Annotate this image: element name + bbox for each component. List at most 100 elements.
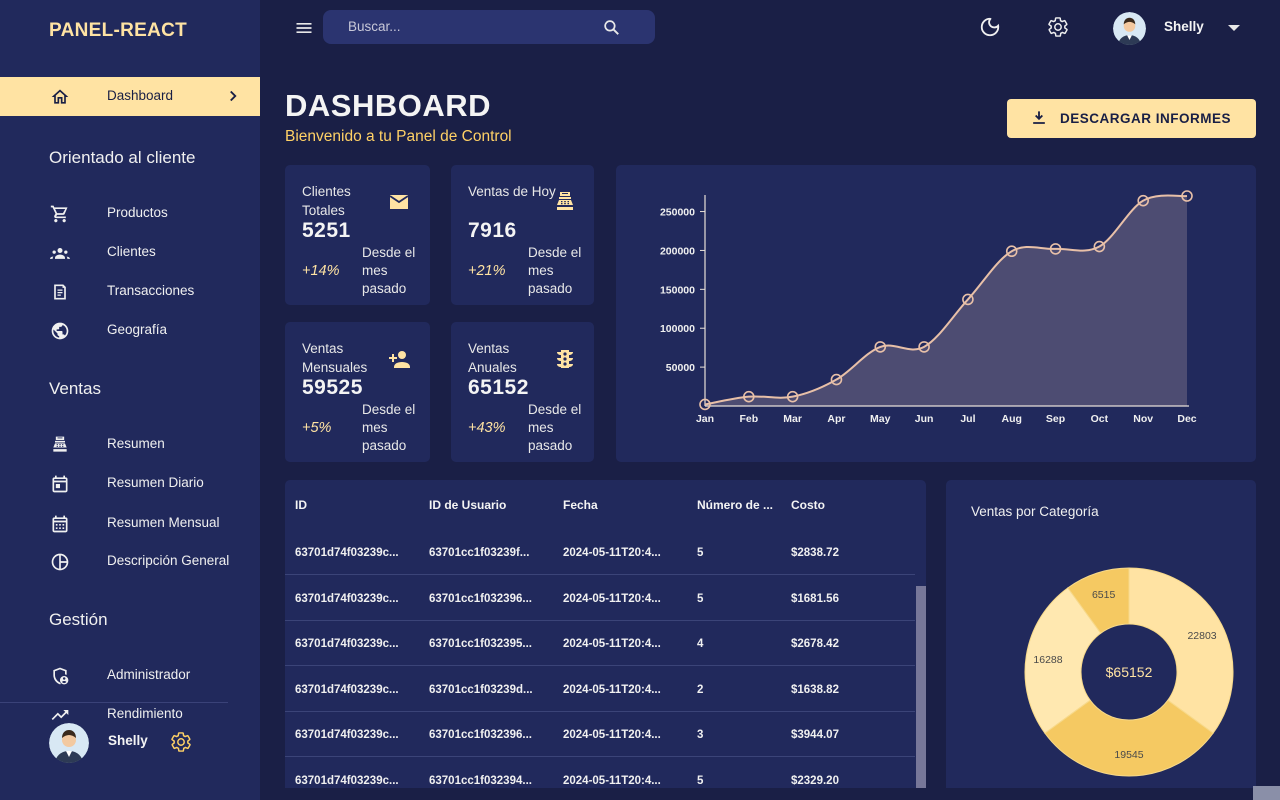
brand-logo[interactable]: PANEL-REACT — [49, 20, 187, 42]
sidebar-item-label: Descripción General — [107, 553, 230, 568]
topbar-username[interactable]: Shelly — [1164, 19, 1204, 34]
sidebar-item-resumen-diario[interactable]: Resumen Diario — [0, 470, 260, 500]
cell-cost: $2329.20 — [791, 774, 839, 787]
sidebar-item-resumen-mensual[interactable]: Resumen Mensual — [0, 510, 260, 540]
cell-date: 2024-05-11T20:4... — [563, 638, 661, 650]
stat-description: Desde el mes pasado — [362, 402, 416, 453]
cell-date: 2024-05-11T20:4... — [563, 729, 661, 741]
stat-title: Clientes Totales — [302, 184, 351, 218]
stat-value: 5251 — [302, 219, 351, 242]
avatar[interactable] — [1113, 12, 1146, 45]
stat-description: Desde el mes pasado — [362, 245, 416, 296]
cell-count: 5 — [697, 774, 704, 787]
sidebar-divider — [0, 702, 228, 703]
x-tick-label: Jan — [696, 413, 714, 425]
pie-slice — [1128, 567, 1234, 734]
cell-cost: $1638.82 — [791, 683, 839, 696]
cell-date: 2024-05-11T20:4... — [563, 547, 661, 559]
sidebar-item-label: Administrador — [107, 667, 191, 682]
menu-icon[interactable] — [294, 18, 314, 38]
column-header-count[interactable]: Número de ... — [697, 498, 773, 512]
traffic-icon — [557, 350, 573, 368]
sidebar-item-label: Rendimiento — [107, 706, 183, 721]
column-header-date[interactable]: Fecha — [563, 498, 598, 512]
sidebar-item-label: Resumen Mensual — [107, 515, 220, 530]
table-scrollbar[interactable] — [916, 586, 926, 788]
sidebar-item-rendimiento[interactable]: Rendimiento — [0, 701, 260, 731]
groups-icon — [50, 248, 70, 259]
globe-icon — [51, 322, 69, 340]
table-row[interactable]: 63701d74f03239c... 63701cc1f03239f... 2024… — [285, 530, 915, 575]
cell-user-id: 63701cc1f032394... — [429, 774, 532, 787]
sidebar-item-clientes[interactable]: Clientes — [0, 239, 260, 269]
search-input[interactable]: Buscar... — [348, 19, 401, 34]
sales-chart-card: Jan Feb Mar Apr May Jun Jul Aug Sep Oct Nov Dec 5000… — [616, 165, 1256, 462]
page-title: DASHBOARD — [285, 88, 491, 123]
table-row[interactable]: 63701d74f03239c... 63701cc1f032396... 2024… — [285, 576, 915, 621]
x-tick-label: Oct — [1091, 413, 1109, 425]
page-subtitle: Bienvenido a tu Panel de Control — [285, 128, 512, 145]
y-tick-label: 50000 — [666, 362, 695, 374]
stat-value: 7916 — [468, 219, 517, 242]
settings-icon[interactable] — [1047, 16, 1069, 38]
section-title: Orientado al cliente — [49, 148, 196, 167]
table-row[interactable]: 63701d74f03239c... 63701cc1f032395... 2024… — [285, 621, 915, 666]
cell-user-id: 63701cc1f032395... — [429, 638, 532, 650]
x-tick-label: May — [870, 413, 891, 425]
stat-card-ventas-anuales: Ventas Anuales 65152 +43% Desde el mes p… — [451, 322, 594, 462]
column-header-cost[interactable]: Costo — [791, 498, 825, 512]
section-title: Ventas — [49, 379, 101, 398]
stat-value: 65152 — [468, 376, 529, 399]
avatar[interactable] — [49, 723, 89, 763]
chevron-right-icon — [230, 90, 237, 102]
stat-increase: +43% — [468, 420, 506, 436]
cell-id: 63701d74f03239c... — [295, 774, 399, 787]
stat-card-ventas-mensuales: Ventas Mensuales 59525 +5% Desde el mes … — [285, 322, 430, 462]
x-tick-label: Sep — [1046, 413, 1065, 425]
column-header-id[interactable]: ID — [295, 498, 307, 512]
sidebar-item-resumen[interactable]: Resumen — [0, 431, 260, 461]
cell-user-id: 63701cc1f03239f... — [429, 547, 530, 559]
column-header-user-id[interactable]: ID de Usuario — [429, 498, 506, 512]
table-row[interactable]: 63701d74f03239c... 63701cc1f032394... 2024… — [285, 758, 915, 789]
pie-slice-label: 19545 — [1114, 749, 1143, 761]
sidebar-item-transacciones[interactable]: Transacciones — [0, 278, 260, 308]
sidebar-item-productos[interactable]: Productos — [0, 200, 260, 230]
search-icon[interactable] — [602, 18, 621, 37]
cell-date: 2024-05-11T20:4... — [563, 592, 661, 605]
table-row[interactable]: 63701d74f03239c... 63701cc1f03239d... 2024… — [285, 667, 915, 712]
sidebar-item-descripcion-general[interactable]: Descripción General — [0, 548, 260, 578]
pie-slice-label: 16288 — [1033, 654, 1062, 666]
x-tick-label: Dec — [1177, 413, 1196, 425]
y-tick-label: 200000 — [660, 245, 695, 257]
table-row[interactable]: 63701d74f03239c... 63701cc1f032396... 2024… — [285, 712, 915, 757]
gear-icon[interactable] — [170, 731, 192, 753]
cell-date: 2024-05-11T20:4... — [563, 774, 661, 787]
search-bar[interactable]: Buscar... — [323, 10, 655, 44]
sidebar-item-dashboard[interactable]: Dashboard — [0, 77, 260, 116]
sidebar-item-label: Resumen Diario — [107, 475, 204, 490]
dark-mode-icon[interactable] — [979, 16, 1001, 38]
caret-down-icon[interactable] — [1226, 22, 1242, 34]
x-tick-label: Aug — [1002, 413, 1022, 425]
sidebar-item-administrador[interactable]: Administrador — [0, 662, 260, 692]
x-tick-label: Jun — [915, 413, 934, 425]
stat-increase: +14% — [302, 263, 340, 279]
cell-id: 63701d74f03239c... — [295, 729, 399, 741]
stat-title: Ventas Anuales — [468, 341, 517, 375]
stat-title: Ventas de Hoy — [468, 184, 556, 199]
sidebar-item-geografia[interactable]: Geografía — [0, 317, 260, 347]
stat-card-clientes: Clientes Totales 5251 +14% Desde el mes … — [285, 165, 430, 305]
sales-line-chart: Jan Feb Mar Apr May Jun Jul Aug Sep Oct Nov Dec 5000… — [660, 190, 1197, 425]
download-reports-button[interactable]: DESCARGAR INFORMES — [1007, 99, 1256, 138]
transactions-table: ID ID de Usuario Fecha Número de ... Cos… — [285, 480, 926, 788]
cell-id: 63701d74f03239c... — [295, 683, 399, 696]
sidebar-item-label: Transacciones — [107, 283, 195, 298]
cell-id: 63701d74f03239c... — [295, 592, 399, 605]
stat-title: Ventas Mensuales — [302, 341, 368, 375]
x-tick-label: Feb — [739, 413, 758, 425]
sidebar-item-label: Geografía — [107, 322, 168, 337]
stat-increase: +5% — [302, 420, 332, 436]
cell-cost: $3944.07 — [791, 729, 839, 741]
stat-increase: +21% — [468, 263, 506, 279]
